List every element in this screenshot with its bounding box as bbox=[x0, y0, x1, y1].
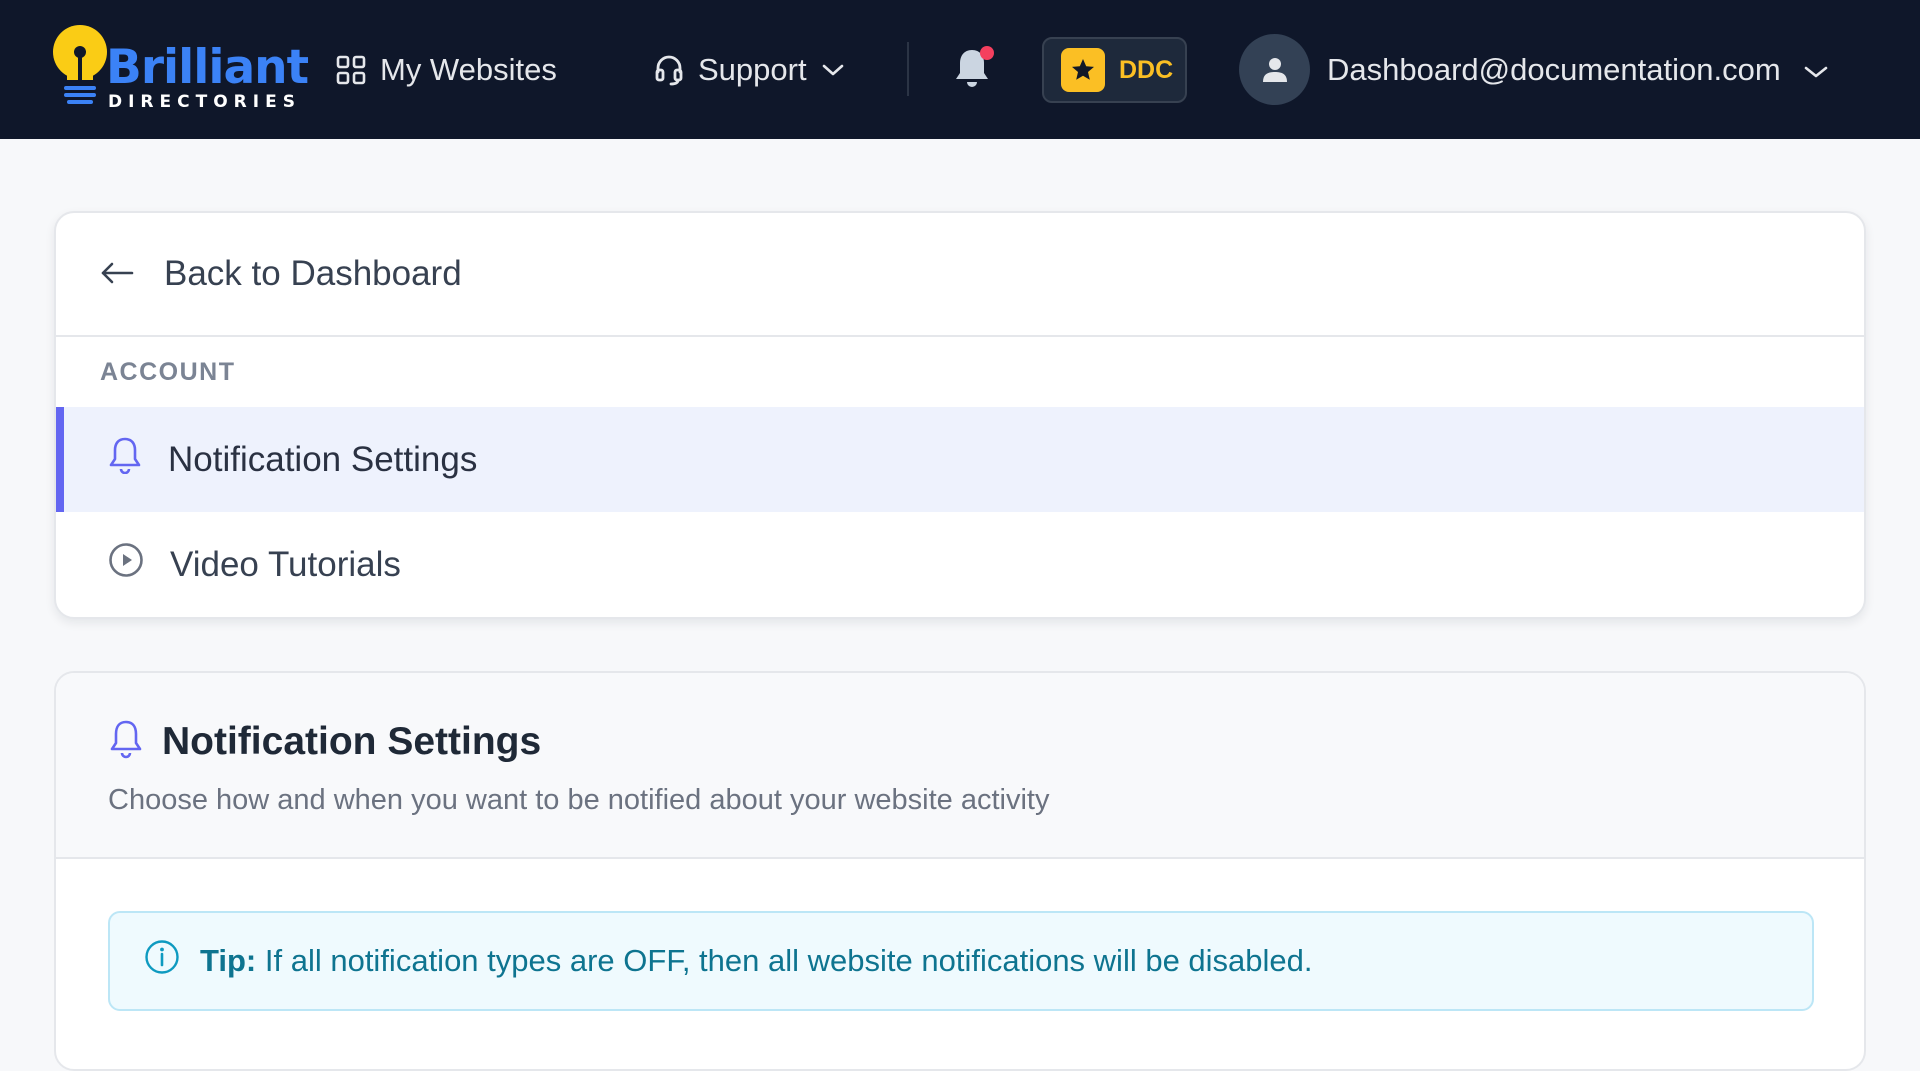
notifications-button[interactable] bbox=[950, 44, 994, 96]
ddc-button[interactable]: DDC bbox=[1042, 37, 1187, 103]
menu-item-notification-settings[interactable]: Notification Settings bbox=[56, 407, 1864, 512]
notification-badge bbox=[980, 46, 994, 60]
page-subtitle: Choose how and when you want to be notif… bbox=[108, 784, 1050, 816]
menu-item-label: Notification Settings bbox=[168, 439, 478, 479]
star-icon bbox=[1061, 48, 1105, 92]
section-label-account: ACCOUNT bbox=[100, 357, 236, 386]
back-to-dashboard-link[interactable]: Back to Dashboard bbox=[56, 213, 1864, 337]
grid-icon bbox=[336, 55, 366, 85]
arrow-left-icon bbox=[100, 254, 134, 294]
top-navigation-bar: Brilliant DIRECTORIES My Websites Suppor… bbox=[0, 0, 1920, 139]
chevron-down-icon bbox=[821, 62, 845, 78]
support-label: Support bbox=[698, 52, 807, 87]
back-to-dashboard-label: Back to Dashboard bbox=[164, 254, 462, 293]
play-circle-icon bbox=[108, 542, 144, 587]
brilliant-directories-logo[interactable]: Brilliant DIRECTORIES bbox=[50, 24, 309, 116]
page-title: Notification Settings bbox=[162, 719, 542, 763]
info-icon bbox=[144, 939, 180, 983]
account-menu-card: Back to Dashboard ACCOUNT Notification S… bbox=[54, 211, 1866, 619]
menu-item-video-tutorials[interactable]: Video Tutorials bbox=[56, 512, 1864, 617]
chevron-down-icon bbox=[1803, 52, 1829, 88]
support-dropdown[interactable]: Support bbox=[654, 44, 845, 96]
bell-icon bbox=[108, 719, 144, 764]
headset-icon bbox=[654, 54, 684, 86]
logo-subtitle: DIRECTORIES bbox=[108, 92, 301, 112]
user-account-dropdown[interactable]: Dashboard@documentation.com bbox=[1327, 44, 1829, 96]
tip-alert: Tip: If all notification types are OFF, … bbox=[108, 911, 1814, 1011]
notification-settings-card: Notification Settings Choose how and whe… bbox=[54, 671, 1866, 1071]
lightbulb-logo-icon bbox=[53, 25, 107, 104]
bell-icon bbox=[108, 436, 142, 483]
nav-divider bbox=[907, 42, 909, 96]
settings-header: Notification Settings Choose how and whe… bbox=[56, 673, 1864, 859]
settings-title-row: Notification Settings bbox=[108, 719, 1864, 764]
user-email: Dashboard@documentation.com bbox=[1327, 52, 1781, 87]
tip-label: Tip: bbox=[200, 943, 257, 978]
ddc-label: DDC bbox=[1119, 55, 1174, 84]
menu-item-label: Video Tutorials bbox=[170, 544, 401, 584]
my-websites-label: My Websites bbox=[380, 52, 557, 87]
logo-wordmark: Brilliant bbox=[106, 40, 309, 95]
user-icon bbox=[1262, 57, 1287, 82]
my-websites-link[interactable]: My Websites bbox=[336, 44, 557, 96]
tip-text: If all notification types are OFF, then … bbox=[264, 943, 1313, 978]
tip-message: Tip: If all notification types are OFF, … bbox=[200, 943, 1313, 979]
avatar[interactable] bbox=[1239, 34, 1310, 105]
